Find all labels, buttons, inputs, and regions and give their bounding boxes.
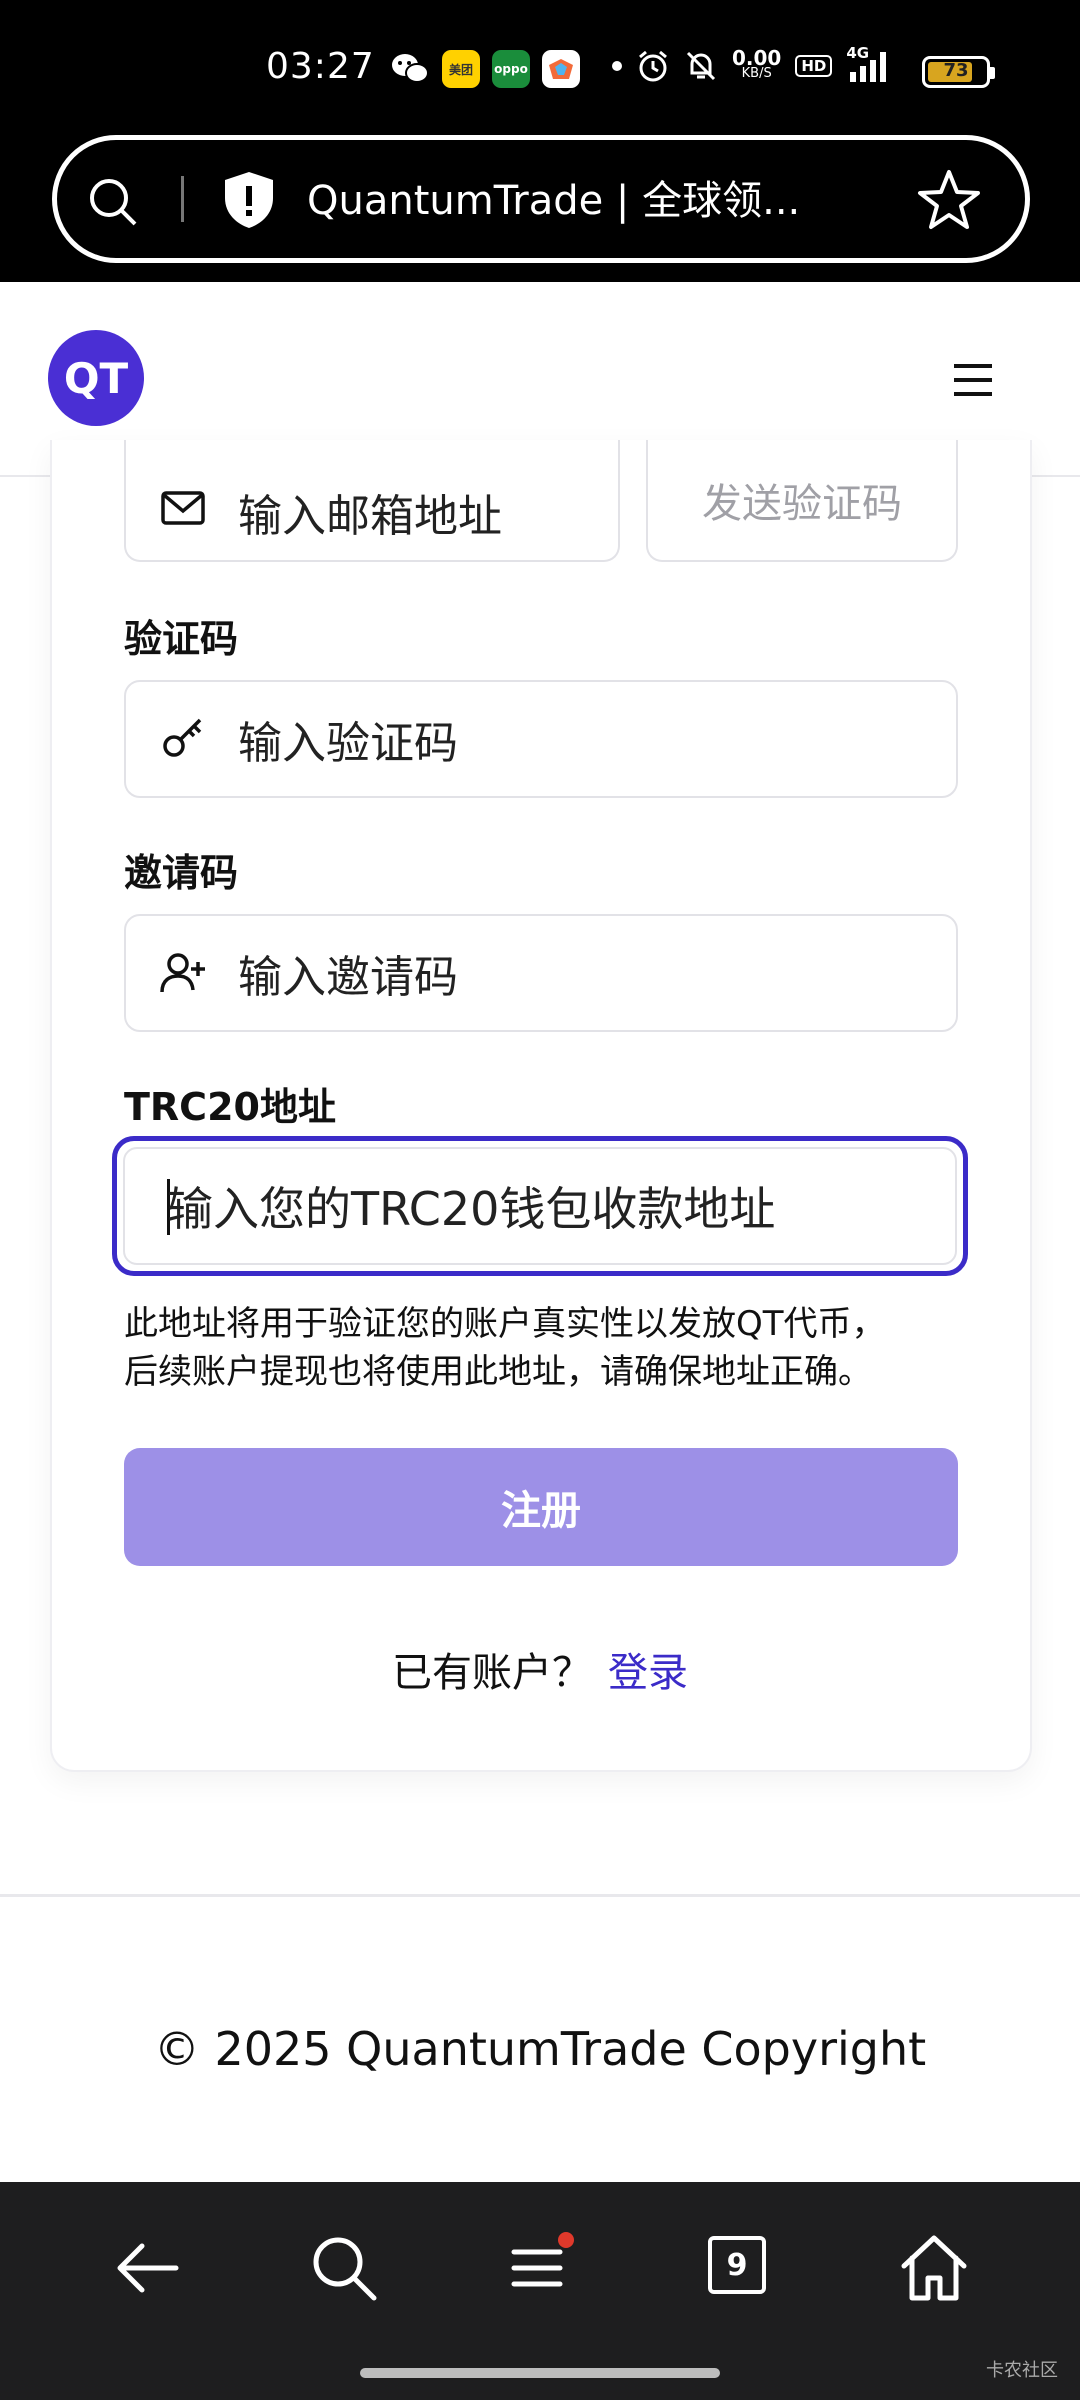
page-title-url[interactable]: QuantumTrade | 全球领... xyxy=(307,168,800,226)
alarm-icon xyxy=(639,50,667,82)
oppo-store-icon: oppo xyxy=(492,50,530,88)
separator xyxy=(181,176,184,222)
dot-icon xyxy=(612,61,622,71)
system-icons: 0.00 KB/S HD 4G xyxy=(612,44,894,84)
email-field[interactable]: 输入邮箱地址 xyxy=(124,440,620,562)
login-link[interactable]: 登录 xyxy=(608,1650,688,1696)
key-icon xyxy=(163,718,202,757)
notification-icons: 美团 oppo xyxy=(390,50,580,88)
code-field[interactable]: 输入验证码 xyxy=(124,680,958,798)
back-arrow-icon[interactable] xyxy=(112,2232,184,2304)
tabs-button[interactable]: 9 xyxy=(708,2236,766,2294)
copyright: © 2025 QuantumTrade Copyright xyxy=(153,2022,927,2076)
invite-field[interactable]: 输入邀请码 xyxy=(124,914,958,1032)
register-button[interactable]: 注册 xyxy=(124,1448,958,1566)
meituan-icon: 美团 xyxy=(442,50,480,88)
battery-icon: 73 xyxy=(922,56,995,88)
logo[interactable]: QT xyxy=(48,330,144,426)
footer-divider xyxy=(0,1894,1080,1897)
shield-icon[interactable] xyxy=(221,170,277,230)
status-time: 03:27 xyxy=(266,46,375,87)
mail-icon xyxy=(161,491,205,525)
menu-icon[interactable] xyxy=(502,2232,574,2304)
wechat-icon xyxy=(392,54,429,83)
code-placeholder: 输入验证码 xyxy=(238,718,458,769)
status-bar: 03:27 美团 oppo 0.00 KB/S HD 4G 73 xyxy=(0,0,1080,135)
address-note: 此地址将用于验证您的账户真实性以发放QT代币， 后续账户提现也将使用此地址，请确… xyxy=(124,1304,886,1392)
trc20-placeholder: 输入您的TRC20钱包收款地址 xyxy=(167,1182,776,1236)
hamburger-menu-icon[interactable] xyxy=(952,360,994,400)
invite-placeholder: 输入邀请码 xyxy=(238,952,458,1003)
star-icon[interactable] xyxy=(917,168,981,232)
game-app-icon xyxy=(542,50,580,88)
hd-badge: HD xyxy=(795,55,833,77)
gesture-bar[interactable] xyxy=(360,2368,720,2378)
trc20-label: TRC20地址 xyxy=(124,1085,336,1129)
mute-bell-icon xyxy=(686,51,716,81)
login-prompt: 已有账户？ 登录 xyxy=(0,1640,1080,1698)
search-icon[interactable] xyxy=(85,174,141,230)
home-icon[interactable] xyxy=(898,2232,970,2304)
tabs-count: 9 xyxy=(726,2247,748,2283)
watermark: 卡农社区 xyxy=(986,2360,1058,2381)
trc20-address-field[interactable]: 输入您的TRC20钱包收款地址 xyxy=(112,1136,968,1276)
invite-label: 邀请码 xyxy=(124,851,239,895)
code-label: 验证码 xyxy=(124,617,239,661)
signal-icon: 4G xyxy=(846,44,894,84)
search-icon[interactable] xyxy=(308,2232,380,2304)
net-speed: 0.00 KB/S xyxy=(732,46,782,81)
browser-toolbar: QuantumTrade | 全球领... xyxy=(0,135,1080,282)
send-code-button[interactable]: 发送验证码 xyxy=(646,440,958,562)
have-account-text: 已有账户？ xyxy=(392,1650,592,1696)
user-plus-icon xyxy=(160,953,205,993)
address-bar[interactable]: QuantumTrade | 全球领... xyxy=(52,135,1030,263)
email-placeholder: 输入邮箱地址 xyxy=(238,491,502,542)
